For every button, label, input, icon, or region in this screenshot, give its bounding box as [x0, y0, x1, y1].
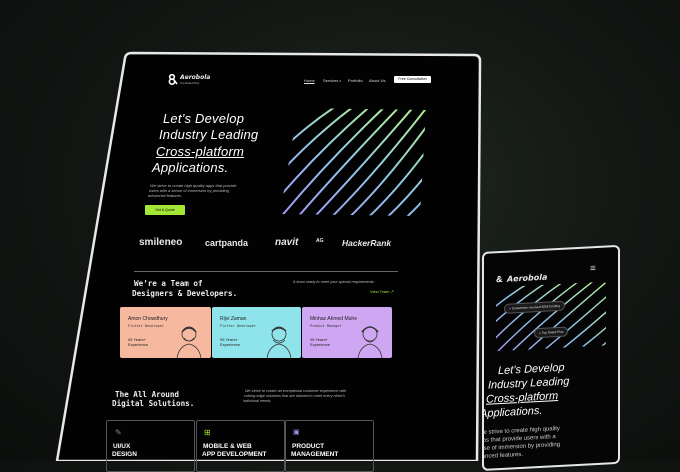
client-logo-navit: navit: [275, 237, 299, 248]
experience-label: Experience: [310, 342, 331, 347]
services-title-2: Digital Solutions.: [112, 399, 195, 408]
free-consultation-button[interactable]: Free Consultation: [394, 76, 431, 83]
client-logo-smileneo: smileneo: [139, 237, 183, 248]
mobile-hero-line-4: Applications.: [482, 404, 543, 421]
experience-label: Experience: [128, 342, 149, 347]
chart-icon: ▣: [293, 429, 300, 436]
hero-line-2: Industry Leading: [159, 127, 259, 142]
mobile-wave-art: [496, 281, 606, 352]
dot-icon: ●: [509, 306, 511, 311]
grid-icon: ⊞: [204, 428, 211, 437]
hero-wave-art: [280, 108, 426, 216]
view-team-label: View Team: [370, 289, 390, 294]
service-card-product[interactable]: ▣ PRODUCT MANAGEMENT: [285, 420, 374, 472]
team-title-1: We’re a Team of: [134, 279, 203, 288]
member-role: Flutter Developer: [220, 324, 256, 328]
team-card[interactable]: Amon Chowdhury Flutter Developer 05 Year…: [120, 307, 211, 358]
mobile-hero-desc-4: advanced features.: [482, 451, 524, 461]
member-name: Amon Chowdhury: [128, 316, 168, 322]
aerobola-logo-icon: [168, 74, 178, 85]
hamburger-menu-icon[interactable]: ≡: [590, 263, 596, 274]
service-card-mobile-web[interactable]: ⊞ MOBILE & WEB APP DEVELOPMENT: [196, 420, 285, 472]
team-subtitle: A team ready to meet your special requir…: [293, 280, 375, 284]
funding-badge-text: Sometimes received $25k funding: [511, 303, 560, 311]
client-logo-cartpanda: cartpanda: [205, 238, 249, 248]
logo-text: Aerobola: [180, 74, 211, 81]
experience-label: Experience: [220, 342, 241, 347]
services-title-1: The All Around: [115, 390, 180, 399]
member-experience: 05 Years+ Experience: [220, 337, 240, 347]
client-logo-ag: AG: [316, 238, 324, 244]
nav-services-label: Services: [323, 78, 339, 83]
member-name: Minhaz Ahmed Muhe: [310, 316, 357, 322]
member-experience: 05 Years+ Experience: [310, 337, 330, 347]
mobile-logo-text: Aerobola: [506, 272, 548, 284]
hero-line-1: Let’s Develop: [163, 111, 245, 126]
logo-subtitle: Top Rated Plus: [180, 81, 199, 85]
service-title-2: DESIGN: [112, 451, 137, 458]
nav-about[interactable]: About Us: [369, 78, 385, 83]
services-desc-3: individual needs.: [243, 399, 272, 403]
member-avatar-illustration: [176, 326, 202, 358]
services-desc-1: We strive to create an exceptional custo…: [245, 389, 347, 393]
service-title-1: PRODUCT: [292, 443, 325, 450]
mobile-mockup: & Aerobola ≡ ● Sometimes received $25k f…: [482, 244, 620, 471]
mobile-hero-art: ● Sometimes received $25k funding ● Top …: [496, 281, 606, 352]
hero-desc-3: advanced features.: [148, 193, 183, 198]
top-rated-badge-text: Top Rated Plus: [541, 329, 564, 335]
member-role: Product Manager: [310, 324, 342, 328]
team-title-2: Designers & Developers.: [132, 289, 238, 298]
top-rated-badge: ● Top Rated Plus: [534, 326, 569, 339]
get-a-quote-button[interactable]: Get A Quote: [145, 205, 185, 215]
team-card[interactable]: Rijvi Zaman Flutter Developer 05 Years+ E…: [212, 307, 301, 358]
nav-portfolio[interactable]: Portfolio: [348, 78, 363, 83]
nav-services[interactable]: Services ▾: [323, 78, 341, 83]
hero-line-3: Cross-platform: [156, 144, 245, 159]
mobile-hero-line-3: Cross-platform: [486, 390, 559, 406]
section-divider: [134, 271, 398, 272]
arrow-up-right-icon: ↗: [390, 289, 394, 294]
hero-line-4: Applications.: [152, 160, 229, 175]
client-logo-hackerrank: HackerRank: [342, 238, 392, 248]
member-experience: 05 Years+ Experience: [128, 337, 148, 347]
service-card-uiux[interactable]: ✎ UI/UX DESIGN: [106, 420, 195, 472]
pen-icon: ✎: [115, 428, 122, 437]
aerobola-logo-icon: &: [496, 273, 503, 285]
member-name: Rijvi Zaman: [220, 316, 247, 322]
member-role: Flutter Developer: [128, 324, 164, 328]
mobile-hero-line-1: Let’s Develop: [498, 361, 565, 378]
service-title-1: MOBILE & WEB: [203, 443, 252, 450]
services-desc-2: cutting-edge solutions that are tailored…: [244, 394, 346, 398]
nav-home[interactable]: Home: [304, 78, 315, 83]
service-title-2: MANAGEMENT: [291, 451, 339, 458]
service-title-2: APP DEVELOPMENT: [202, 451, 267, 458]
star-icon: ●: [539, 330, 541, 336]
chevron-down-icon: ▾: [339, 79, 341, 83]
member-avatar-illustration: [357, 326, 383, 358]
service-title-1: UI/UX: [113, 443, 131, 450]
view-team-link[interactable]: View Team ↗: [370, 289, 394, 294]
team-card[interactable]: Minhaz Ahmed Muhe Product Manager 05 Yea…: [302, 307, 392, 358]
mobile-hero-desc-3: sense of immersion by providing: [482, 441, 561, 453]
member-avatar-illustration: [266, 326, 292, 358]
